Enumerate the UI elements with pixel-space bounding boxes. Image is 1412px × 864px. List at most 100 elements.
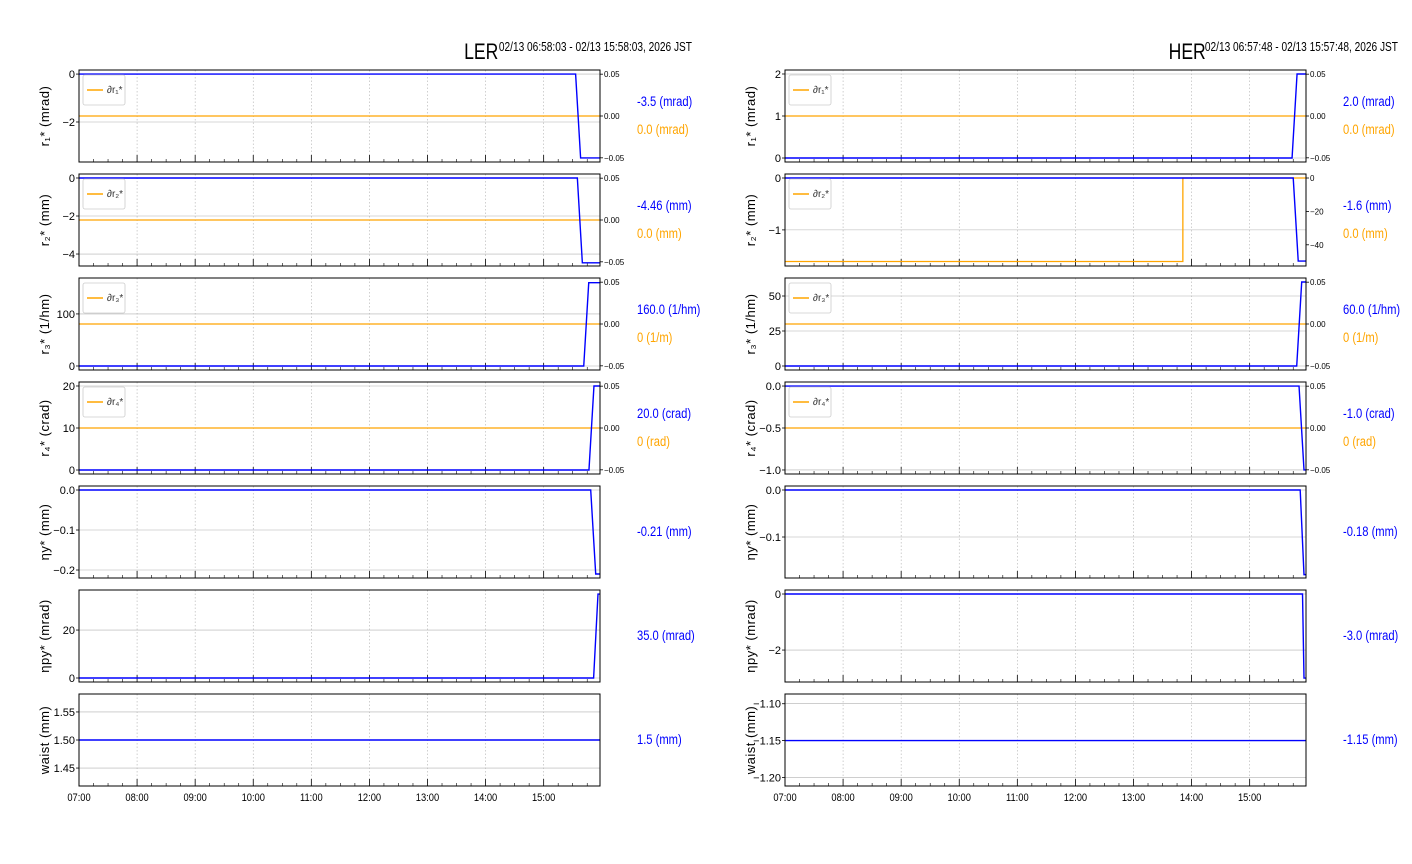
y-axis-label: r₄* (crad) [743,399,758,456]
y-tick-label: 1 [775,111,781,123]
right-y-tick-label: 0.00 [1310,320,1326,329]
y-tick-label: 0.0 [766,485,781,497]
panel-eta_y: 0.0 −0.1 −0.2ηy* (mm) -0.21 (mm) [37,485,692,579]
time-range: 02/13 06:57:48 - 02/13 15:57:48, 2026 JS… [1205,40,1398,54]
y-axis-label: ηpy* (mrad) [37,599,52,672]
panel-r2: 0 −1 0 −20 −40 ∂r₂* r₂* (mm) -1.6 (mm) 0.0 (mm) [743,173,1391,267]
right-y-tick-label: 0.05 [604,70,620,79]
right-y-tick-label: −0.05 [604,466,625,475]
y-tick-label: −0.1 [53,525,75,537]
y-tick-label: −1 [768,225,781,237]
y-tick-label: 0 [69,465,75,477]
derivative-value: 0.0 (mrad) [1343,122,1395,137]
x-tick-label: 14:00 [1180,792,1204,804]
her-chart: HER 02/13 06:57:48 - 02/13 15:57:48, 2026… [743,40,1400,804]
panel-r1: 0 −2 0.05 0.00 −0.05 ∂r₁* r₁* (mrad) -3.5 (mrad… [37,69,692,163]
y-tick-label: 25 [769,326,781,338]
series-line-r2 [785,177,1306,262]
x-tick-label: 09:00 [889,792,913,804]
panel-eta_py: 0 20 ηpy* (mrad) 35.0 (mrad) [37,589,695,685]
current-value: -1.15 (mm) [1343,732,1398,747]
current-value: 35.0 (mrad) [637,628,695,643]
x-tick-label: 12:00 [1064,792,1088,804]
panel-waist: 1.55 1.50 1.45waist (mm) 1.5 (mm) [37,693,682,787]
y-axis-label: r₃* (1/hm) [743,294,758,355]
y-tick-label: −0.5 [759,423,781,435]
x-tick-label: 08:00 [831,792,855,804]
y-tick-label: 0 [775,361,781,373]
right-y-tick-label: −0.05 [1310,466,1331,475]
right-y-tick-label: −20 [1310,207,1324,216]
y-tick-label: 0.0 [766,381,781,393]
chart-title: LER [464,40,498,64]
panel-waist: −1.10−1.15−1.20waist (mm) -1.15 (mm) [743,693,1398,787]
derivative-value: 0 (rad) [1343,434,1376,449]
y-axis-label: r₂* (mm) [743,194,758,246]
legend: ∂r₄* [788,386,832,418]
chart-title: HER [1169,40,1206,64]
right-y-tick-label: 0.00 [604,424,620,433]
y-axis-label: waist (mm) [743,706,758,776]
legend-label: ∂r₄* [813,397,829,408]
right-y-tick-label: −40 [1310,241,1324,250]
right-y-tick-label: 0.00 [604,216,620,225]
x-tick-label: 10:00 [948,792,972,804]
y-tick-label: 100 [57,309,75,321]
legend: ∂r₄* [82,386,126,418]
current-value: -1.6 (mm) [1343,198,1391,213]
y-tick-label: 1.50 [54,735,75,747]
right-y-tick-label: 0 [1310,174,1315,183]
legend-label: ∂r₁* [107,85,123,96]
y-axis-label: r₁* (mrad) [37,86,52,147]
series-line-eta_y [79,489,600,575]
y-tick-label: 1.45 [54,763,75,775]
right-y-tick-label: −0.05 [604,258,625,267]
right-y-tick-label: 0.05 [604,382,620,391]
y-tick-label: 2 [775,69,781,81]
derivative-value: 0 (1/m) [1343,330,1378,345]
legend: ∂r₁* [82,74,126,106]
y-tick-label: 10 [63,423,75,435]
derivative-value: 0.0 (mrad) [637,122,689,137]
panel-eta_y: 0.0 −0.1ηy* (mm) -0.18 (mm) [743,485,1398,579]
y-tick-label: 0 [775,153,781,165]
panel-r4: 0 10 20 0.05 0.00 −0.05 ∂r₄* r₄* (crad) 20.0 (cr… [37,381,691,477]
y-tick-label: −2 [62,211,75,223]
x-tick-label: 07:00 [773,792,797,804]
y-tick-label: −0.2 [53,565,75,577]
y-tick-label: 20 [63,625,75,637]
legend-label: ∂r₂* [107,189,123,200]
right-y-tick-label: 0.00 [1310,424,1326,433]
series-line-eta_py [79,593,600,679]
y-tick-label: −1.0 [759,465,781,477]
right-y-tick-label: 0.05 [604,278,620,287]
panel-r4: 0.0 −0.5 −1.0 0.05 0.00 −0.05 ∂r₄* r₄* (crad) -1… [743,381,1395,477]
derivative-value: 0 (1/m) [637,330,672,345]
right-y-tick-label: −0.05 [1310,362,1331,371]
y-tick-label: −2 [768,645,781,657]
y-axis-label: r₁* (mrad) [743,86,758,147]
y-tick-label: 0 [775,589,781,601]
ler-chart: LER 02/13 06:58:03 - 02/13 15:58:03, 2026… [37,40,700,804]
current-value: 160.0 (1/hm) [637,302,700,317]
plot-frame [78,485,601,579]
y-tick-label: 0 [69,173,75,185]
y-tick-label: 50 [769,291,781,303]
plot-frame [784,589,1307,683]
current-value: 20.0 (crad) [637,406,691,421]
y-tick-label: 0 [69,69,75,81]
legend: ∂r₃* [82,282,126,314]
legend-label: ∂r₂* [813,189,829,200]
current-value: -0.21 (mm) [637,524,692,539]
x-tick-label: 14:00 [474,792,498,804]
x-tick-label: 10:00 [242,792,266,804]
series-line-eta_y [785,489,1306,576]
legend: ∂r₁* [788,74,832,106]
right-y-tick-label: −0.05 [604,362,625,371]
right-y-tick-label: 0.00 [604,112,620,121]
current-value: 60.0 (1/hm) [1343,302,1400,317]
plot-frame [784,485,1307,579]
x-tick-label: 13:00 [1122,792,1146,804]
current-value: 2.0 (mrad) [1343,94,1395,109]
y-tick-label: 0 [69,673,75,685]
